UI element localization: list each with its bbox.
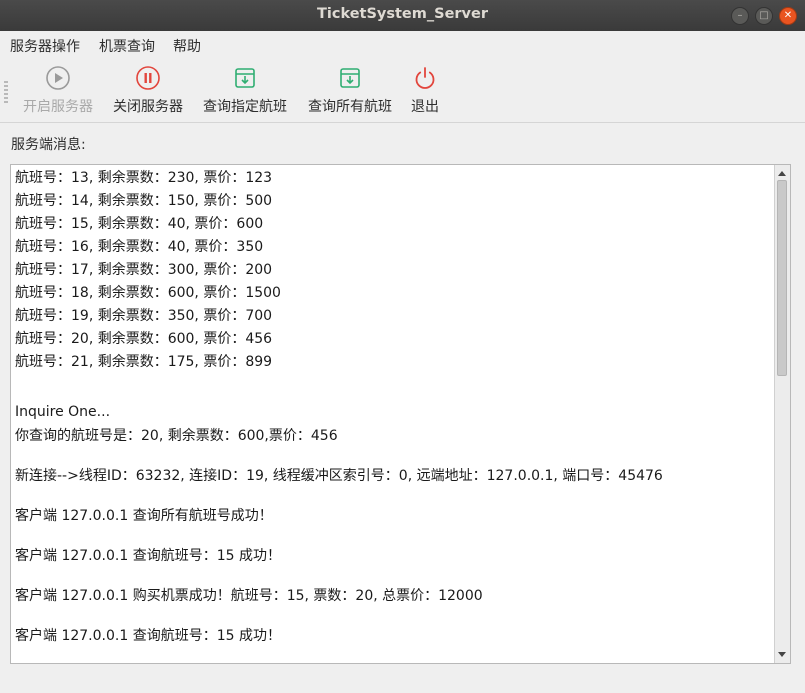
- log-line: 航班号：21, 剩余票数：175, 票价：899: [15, 354, 273, 370]
- log-line: 航班号：19, 剩余票数：350, 票价：700: [15, 308, 273, 324]
- exit-label: 退出: [411, 99, 439, 115]
- log-line: 航班号：15, 剩余票数：40, 票价：600: [15, 216, 264, 232]
- menu-bar: 服务器操作 机票查询 帮助: [0, 31, 805, 58]
- toolbar: 开启服务器 关闭服务器 查询指定航班 查询所有航班 退出: [0, 58, 805, 123]
- exit-button[interactable]: 退出: [406, 63, 444, 119]
- download-box-icon: [235, 68, 255, 88]
- pause-icon: [136, 66, 160, 90]
- play-icon: [46, 66, 70, 90]
- maximize-icon: □: [759, 10, 769, 21]
- toolbar-grip[interactable]: [4, 81, 8, 105]
- scroll-up-icon[interactable]: [778, 171, 786, 176]
- log-line: 航班号：17, 剩余票数：300, 票价：200: [15, 262, 273, 278]
- log-line: 客户端 127.0.0.1 查询航班号：15 成功！: [15, 628, 281, 644]
- log-line: 航班号：14, 剩余票数：150, 票价：500: [15, 193, 273, 209]
- log-line: 你查询的航班号是：20, 剩余票数：600,票价：456: [15, 428, 338, 444]
- log-line: Inquire One...: [15, 404, 111, 420]
- query-all-flights-button[interactable]: 查询所有航班: [303, 63, 397, 119]
- log-line: 新连接-->线程ID：63232, 连接ID：19, 线程缓冲区索引号：0, 远…: [15, 468, 663, 484]
- log-line: 航班号：16, 剩余票数：40, 票价：350: [15, 239, 264, 255]
- log-line: 客户端 127.0.0.1 查询航班号：15 成功！: [15, 548, 281, 564]
- stop-server-button[interactable]: 关闭服务器: [108, 63, 188, 119]
- log-line: 航班号：20, 剩余票数：600, 票价：456: [15, 331, 273, 347]
- minimize-button[interactable]: –: [731, 7, 749, 25]
- stop-server-label: 关闭服务器: [113, 99, 183, 115]
- power-icon: [415, 67, 435, 89]
- server-log-textarea[interactable]: 航班号：13, 剩余票数：230, 票价：123 航班号：14, 剩余票数：15…: [10, 164, 791, 664]
- server-messages-label: 服务端消息:: [11, 137, 86, 153]
- window-controls: – □ ✕: [731, 7, 797, 25]
- scroll-thumb[interactable]: [777, 180, 787, 376]
- query-flight-button[interactable]: 查询指定航班: [198, 63, 292, 119]
- menu-server-ops[interactable]: 服务器操作: [10, 36, 80, 56]
- download-box-icon: [340, 68, 360, 88]
- menu-ticket-query[interactable]: 机票查询: [99, 36, 155, 56]
- maximize-button[interactable]: □: [755, 7, 773, 25]
- title-bar[interactable]: TicketSystem_Server – □ ✕: [0, 0, 805, 31]
- app-window: TicketSystem_Server – □ ✕ 服务器操作 机票查询 帮助 …: [0, 0, 805, 693]
- log-line: 客户端 127.0.0.1 查询所有航班号成功！: [15, 508, 273, 524]
- log-line: 航班号：18, 剩余票数：600, 票价：1500: [15, 285, 281, 301]
- log-line: 客户端 127.0.0.1 购买机票成功！航班号：15, 票数：20, 总票价：…: [15, 588, 483, 604]
- vertical-scrollbar[interactable]: [774, 165, 790, 663]
- window-title: TicketSystem_Server: [317, 6, 488, 22]
- close-button[interactable]: ✕: [779, 7, 797, 25]
- minimize-icon: –: [737, 10, 743, 21]
- menu-help[interactable]: 帮助: [173, 36, 201, 56]
- scroll-down-icon[interactable]: [778, 652, 786, 657]
- start-server-label: 开启服务器: [23, 99, 93, 115]
- query-all-flights-label: 查询所有航班: [308, 99, 392, 115]
- start-server-button[interactable]: 开启服务器: [18, 63, 98, 119]
- log-line: 航班号：13, 剩余票数：230, 票价：123: [15, 170, 273, 186]
- query-flight-label: 查询指定航班: [203, 99, 287, 115]
- close-icon: ✕: [783, 10, 793, 21]
